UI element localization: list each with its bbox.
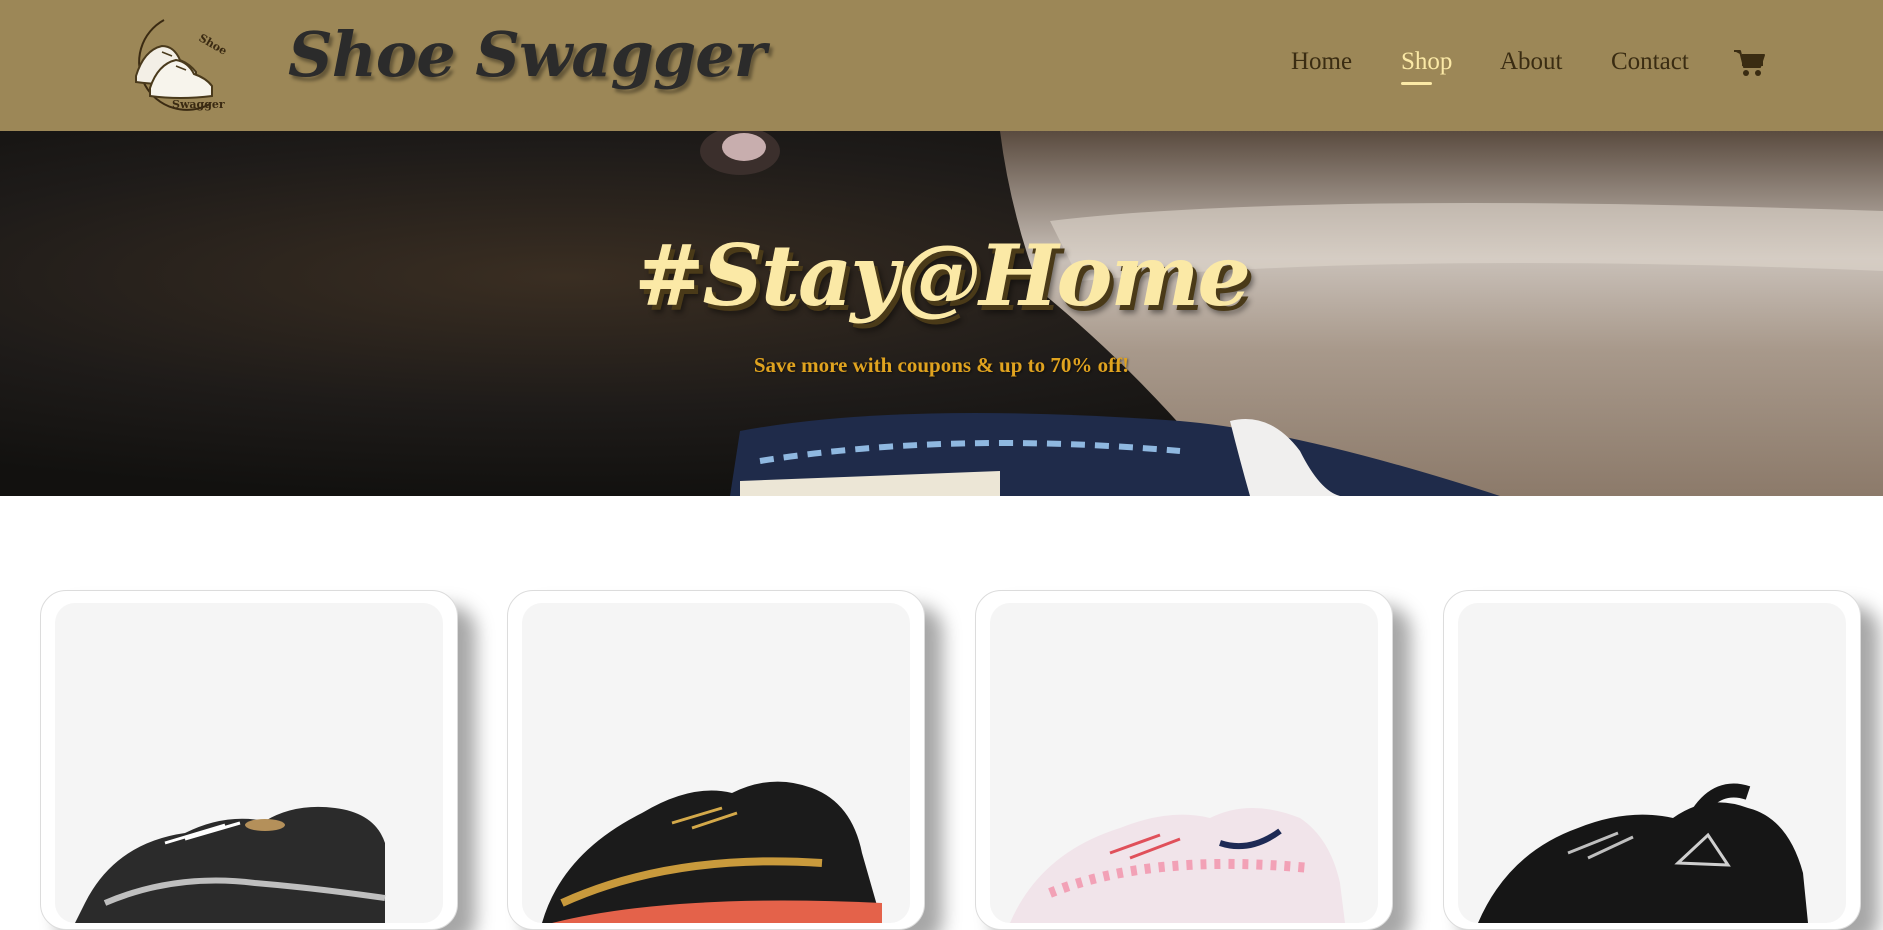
hero-banner: #Stay@Home Save more with coupons & up t… bbox=[0, 131, 1883, 496]
nav-shop[interactable]: Shop bbox=[1401, 48, 1452, 76]
hero-title: #Stay@Home bbox=[634, 226, 1251, 325]
nav-contact[interactable]: Contact bbox=[1611, 48, 1689, 76]
site-header: Shoe Swagger Shoe Swagger Home Shop Abou… bbox=[0, 0, 1883, 131]
brand-name[interactable]: Shoe Swagger bbox=[288, 18, 766, 91]
product-card[interactable] bbox=[507, 590, 925, 930]
product-image-black-gold-shoe[interactable] bbox=[522, 603, 910, 923]
hero-subtitle: Save more with coupons & up to 70% off! bbox=[753, 353, 1130, 377]
logo-text-bottom: Swagger bbox=[172, 98, 225, 111]
product-image-black-trail-shoe[interactable] bbox=[1458, 603, 1846, 923]
shopping-cart-icon[interactable] bbox=[1734, 49, 1766, 77]
nav-about[interactable]: About bbox=[1500, 48, 1563, 76]
product-card[interactable] bbox=[40, 590, 458, 930]
product-image-black-silver-shoe[interactable] bbox=[55, 603, 443, 923]
product-card[interactable] bbox=[975, 590, 1393, 930]
shoe-swagger-logo[interactable]: Shoe Swagger bbox=[114, 16, 228, 112]
nav-home[interactable]: Home bbox=[1291, 48, 1352, 76]
nav-active-indicator bbox=[1401, 82, 1432, 85]
logo-text-top: Shoe bbox=[197, 31, 229, 57]
product-image-pink-white-shoe[interactable] bbox=[990, 603, 1378, 923]
product-card[interactable] bbox=[1443, 590, 1861, 930]
